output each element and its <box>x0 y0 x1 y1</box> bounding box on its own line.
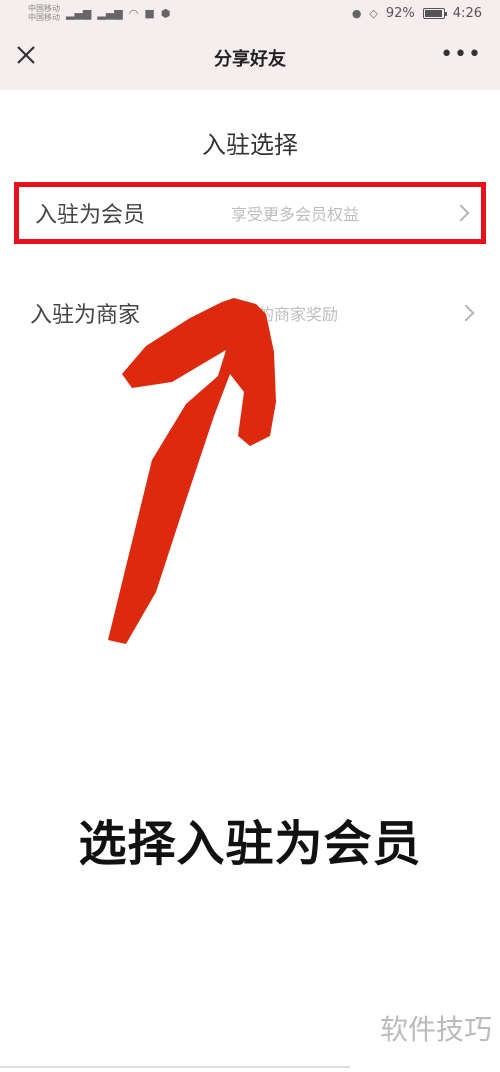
arrow-shape <box>108 298 276 644</box>
watermark: 软件技巧 <box>379 1013 492 1046</box>
annotation-arrow-icon <box>108 298 276 644</box>
option-merchant[interactable]: 入驻为商家 更多的商家奖励 <box>14 282 486 344</box>
caption: 选择入驻为会员 <box>78 816 422 872</box>
carrier-group: 中国移动 中国移动 <box>28 4 60 22</box>
signal-icon: ▂▄▆ <box>97 6 123 20</box>
battery-icon <box>422 7 447 19</box>
wifi-icon: ◠ <box>128 6 139 20</box>
status-bar: 中国移动 中国移动 ▂▄▆ ▂▄▆ ◠ ■ ⬢ ● ◇ 92% 4:26 <box>0 0 500 26</box>
clock: 4:26 <box>452 5 482 21</box>
shield-icon: ⬢ <box>160 6 171 20</box>
carrier-1: 中国移动 <box>28 4 60 13</box>
status-left: 中国移动 中国移动 ▂▄▆ ▂▄▆ ◠ ■ ⬢ <box>28 4 170 22</box>
chevron-right-icon <box>452 204 470 222</box>
option-member[interactable]: 入驻为会员 享受更多会员权益 <box>14 182 486 244</box>
carrier-2: 中国移动 <box>28 13 60 22</box>
option-member-description: 享受更多会员权益 <box>231 205 360 224</box>
option-merchant-description: 更多的商家奖励 <box>226 305 339 324</box>
option-merchant-label: 入驻为商家 <box>30 303 141 328</box>
status-right: ● ◇ 92% 4:26 <box>352 6 482 21</box>
nav-title: 分享好友 <box>214 49 286 70</box>
more-icon[interactable]: ••• <box>440 44 482 66</box>
page-heading: 入驻选择 <box>202 131 298 159</box>
battery-percent: 92% <box>385 5 415 21</box>
option-member-label: 入驻为会员 <box>35 203 146 228</box>
signal-icon: ▂▄▆ <box>66 6 92 20</box>
mic-icon: ● <box>351 6 362 20</box>
close-icon[interactable] <box>14 44 38 68</box>
camera-icon: ■ <box>144 6 155 20</box>
nav-bar: 分享好友 ••• <box>0 26 500 90</box>
chevron-right-icon <box>457 304 475 322</box>
divider <box>0 1066 350 1068</box>
close-icon-svg <box>17 46 35 64</box>
mute-icon: ◇ <box>369 6 378 20</box>
